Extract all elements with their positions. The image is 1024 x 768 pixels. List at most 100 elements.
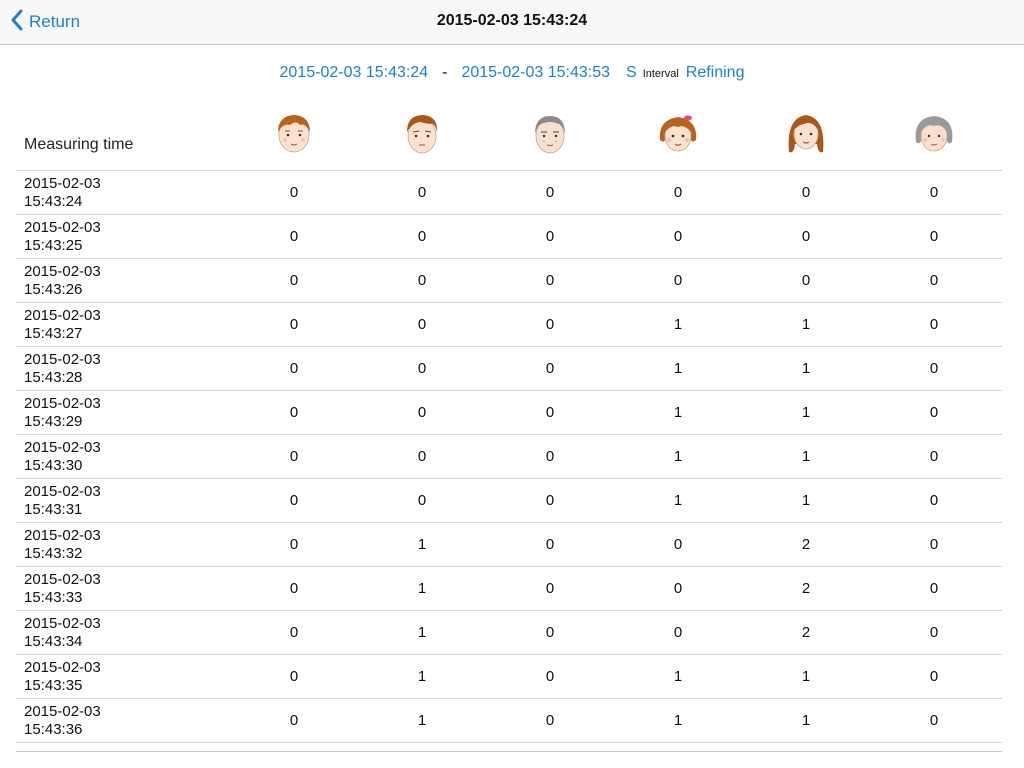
count-cell: 0 (545, 624, 555, 641)
row-time: 15:43:28 (24, 369, 83, 386)
count-cell: 0 (289, 448, 299, 465)
count-cell: 2 (801, 624, 811, 641)
count-cell: 0 (545, 668, 555, 685)
row-time: 15:43:35 (24, 677, 83, 694)
measuring-time-cell: 2015-02-03 15:43:33 (24, 571, 101, 607)
table-row: 2015-02-03 15:43:31 0 0 0 1 1 0 (16, 479, 1002, 523)
count-cell: 0 (545, 712, 555, 729)
refining-button[interactable]: Refining (686, 64, 745, 82)
count-cell: 0 (289, 316, 299, 333)
count-cell: 1 (801, 492, 811, 509)
count-cell: 0 (289, 580, 299, 597)
count-cell: 0 (545, 360, 555, 377)
count-cell: 0 (929, 316, 939, 333)
row-date: 2015-02-03 (24, 307, 101, 324)
count-cell: 0 (929, 536, 939, 553)
row-date: 2015-02-03 (24, 615, 101, 632)
count-cell: 0 (417, 272, 427, 289)
count-cell: 0 (417, 316, 427, 333)
measuring-time-cell: 2015-02-03 15:43:36 (24, 703, 101, 739)
row-time: 15:43:32 (24, 545, 83, 562)
count-cell: 0 (929, 228, 939, 245)
count-cell: 0 (929, 448, 939, 465)
count-cell: 1 (801, 316, 811, 333)
row-date: 2015-02-03 (24, 395, 101, 412)
row-time: 15:43:34 (24, 633, 83, 650)
row-date: 2015-02-03 (24, 571, 101, 588)
count-cell: 1 (417, 668, 427, 685)
count-cell: 1 (673, 712, 683, 729)
count-cell: 1 (801, 448, 811, 465)
count-cell: 0 (545, 184, 555, 201)
count-cell: 2 (801, 580, 811, 597)
count-cell: 0 (929, 624, 939, 641)
count-cell: 0 (673, 536, 683, 553)
range-start-link[interactable]: 2015-02-03 15:43:24 (280, 64, 429, 82)
table-header: Measuring time (16, 100, 1002, 171)
table-row: 2015-02-03 15:43:25 0 0 0 0 0 0 (16, 215, 1002, 259)
table-row: 2015-02-03 15:43:33 0 1 0 0 2 0 (16, 567, 1002, 611)
count-cell: 1 (673, 668, 683, 685)
count-cell: 1 (801, 404, 811, 421)
count-cell: 0 (289, 228, 299, 245)
count-cell: 0 (417, 448, 427, 465)
count-cell: 0 (801, 184, 811, 201)
count-cell: 0 (289, 536, 299, 553)
count-cell: 1 (801, 712, 811, 729)
row-time: 15:43:33 (24, 589, 83, 606)
count-cell: 0 (929, 360, 939, 377)
row-time: 15:43:25 (24, 237, 83, 254)
row-date: 2015-02-03 (24, 175, 101, 192)
count-cell: 1 (801, 360, 811, 377)
count-cell: 0 (545, 536, 555, 553)
bottom-divider (16, 751, 1002, 752)
table-row: 2015-02-03 15:43:27 0 0 0 1 1 0 (16, 303, 1002, 347)
row-date: 2015-02-03 (24, 439, 101, 456)
count-cell: 0 (673, 580, 683, 597)
count-cell: 0 (289, 272, 299, 289)
measuring-time-cell: 2015-02-03 15:43:24 (24, 175, 101, 211)
row-time: 15:43:29 (24, 413, 83, 430)
table-row: 2015-02-03 15:43:32 0 1 0 0 2 0 (16, 523, 1002, 567)
count-cell: 0 (289, 184, 299, 201)
man-face-icon (398, 108, 446, 158)
count-cell: 0 (545, 228, 555, 245)
count-cell: 2 (801, 536, 811, 553)
count-cell: 1 (417, 580, 427, 597)
count-cell: 1 (673, 404, 683, 421)
count-cell: 1 (673, 492, 683, 509)
count-cell: 0 (545, 580, 555, 597)
count-cell: 1 (417, 536, 427, 553)
page-title: 2015-02-03 15:43:24 (436, 12, 588, 29)
count-cell: 0 (545, 448, 555, 465)
count-cell: 0 (673, 272, 683, 289)
time-range-bar: 2015-02-03 15:43:24 - 2015-02-03 15:43:5… (0, 64, 1024, 86)
count-cell: 0 (673, 184, 683, 201)
row-time: 15:43:26 (24, 281, 83, 298)
row-date: 2015-02-03 (24, 263, 101, 280)
row-time: 15:43:24 (24, 193, 83, 210)
measuring-time-cell: 2015-02-03 15:43:31 (24, 483, 101, 519)
count-cell: 0 (801, 228, 811, 245)
count-cell: 0 (929, 668, 939, 685)
row-time: 15:43:30 (24, 457, 83, 474)
table-row: 2015-02-03 15:43:34 0 1 0 0 2 0 (16, 611, 1002, 655)
row-date: 2015-02-03 (24, 659, 101, 676)
row-date: 2015-02-03 (24, 703, 101, 720)
measuring-time-cell: 2015-02-03 15:43:28 (24, 351, 101, 387)
interval-unit-link[interactable]: S (626, 64, 637, 82)
count-cell: 0 (929, 492, 939, 509)
measurement-table-body[interactable]: 2015-02-03 15:43:24 0 0 0 0 0 0 2015-02-03 15:43:… (16, 171, 1002, 751)
range-end-link[interactable]: 2015-02-03 15:43:53 (461, 64, 610, 82)
young-woman-face-icon (654, 108, 702, 158)
measuring-time-cell: 2015-02-03 15:43:25 (24, 219, 101, 255)
elderly-woman-face-icon (910, 108, 958, 158)
count-cell: 1 (673, 360, 683, 377)
count-cell: 0 (545, 404, 555, 421)
count-cell: 0 (545, 492, 555, 509)
count-cell: 0 (289, 668, 299, 685)
table-row: 2015-02-03 15:43:29 0 0 0 1 1 0 (16, 391, 1002, 435)
measuring-time-cell: 2015-02-03 15:43:30 (24, 439, 101, 475)
count-cell: 1 (417, 712, 427, 729)
table-row: 2015-02-03 15:43:30 0 0 0 1 1 0 (16, 435, 1002, 479)
